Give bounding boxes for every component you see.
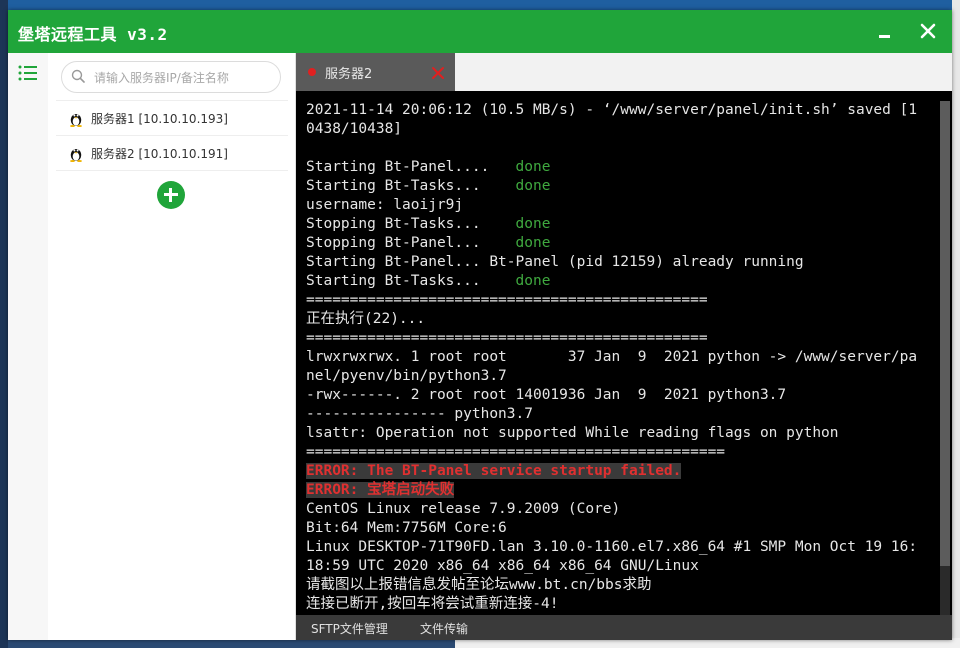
search-box[interactable] (61, 61, 281, 93)
close-icon (920, 23, 936, 39)
terminal-line: ========================================… (306, 443, 926, 462)
terminal-line-text: lsattr: Operation not supported While re… (306, 425, 839, 441)
terminal-line: 0438/10438] (306, 120, 926, 139)
server-label: 服务器1 [10.10.10.193] (91, 112, 228, 126)
terminal-line-text: Starting Bt-Panel... Bt-Panel (pid 12159… (306, 254, 804, 270)
app-window: 堡塔远程工具 v3.2 请输入服务器IP/备注名称 服务器1 [10.10.10… (8, 10, 952, 640)
terminal-line: 请截图以上报错信息发帖至论坛www.bt.cn/bbs求助 (306, 576, 926, 595)
terminal-line: 2021-11-14 20:06:12 (10.5 MB/s) - ‘/www/… (306, 101, 926, 120)
close-button[interactable] (913, 16, 943, 46)
terminal-line: Starting Bt-Panel... Bt-Panel (pid 12159… (306, 253, 926, 272)
terminal-line: ---------------- python3.7 (306, 405, 926, 424)
terminal-line: Linux DESKTOP-71T90FD.lan 3.10.0-1160.el… (306, 538, 926, 557)
minimize-button[interactable] (870, 16, 900, 46)
terminal-line: lsattr: Operation not supported While re… (306, 424, 926, 443)
minimize-icon (879, 35, 890, 38)
terminal-line-text: Starting Bt-Panel.... (306, 159, 516, 175)
terminal-line-text: CentOS Linux release 7.9.2009 (Core) (306, 501, 621, 517)
server-label: 服务器2 [10.10.10.191] (91, 147, 228, 161)
sftp-file-manager-tab[interactable]: SFTP文件管理 (311, 620, 388, 637)
terminal-line: username: laoijr9j (306, 196, 926, 215)
terminal-line: Starting Bt-Tasks... done (306, 272, 926, 291)
terminal-line: ERROR: 宝塔启动失败 (306, 481, 926, 500)
done-status-text: done (515, 273, 551, 289)
done-status-text: done (515, 235, 551, 251)
terminal-line: 正在执行(22)... (306, 310, 926, 329)
terminal-line-text: username: laoijr9j (306, 197, 464, 213)
terminal-line-text: ========================================… (306, 330, 708, 346)
terminal-line: Starting Bt-Tasks... done (306, 177, 926, 196)
error-text: ERROR: 宝塔启动失败 (306, 482, 455, 498)
terminal-line: Starting Bt-Panel.... done (306, 158, 926, 177)
terminal-output[interactable]: 2021-11-14 20:06:12 (10.5 MB/s) - ‘/www/… (296, 91, 952, 615)
file-transfer-tab[interactable]: 文件传输 (420, 620, 468, 637)
terminal-line-text: -rwx------. 2 root root 14001936 Jan 9 2… (306, 387, 787, 403)
terminal-line-text: nel/pyenv/bin/python3.7 (306, 368, 507, 384)
tab-label: 服务器2 (325, 67, 373, 82)
scrollbar-thumb[interactable] (940, 101, 950, 566)
server-list-panel: 服务器1 [10.10.10.193] 服务器2 [10.10.10.191] (48, 53, 296, 640)
terminal-line-text: lrwxrwxrwx. 1 root root 37 Jan 9 2021 py… (306, 349, 918, 365)
terminal-line-text: Bit:64 Mem:7756M Core:6 (306, 520, 507, 536)
terminal-line: Bit:64 Mem:7756M Core:6 (306, 519, 926, 538)
terminal-line-text: 请截图以上报错信息发帖至论坛www.bt.cn/bbs求助 (306, 577, 652, 593)
server-item-1[interactable]: 服务器1 [10.10.10.193] (56, 100, 288, 136)
terminal-line: -rwx------. 2 root root 14001936 Jan 9 2… (306, 386, 926, 405)
session-tab-bar: 服务器2 (296, 53, 952, 91)
terminal-line-text: 连接已断开,按回车将尝试重新连接-4! (306, 596, 559, 612)
background-window-edge (952, 0, 960, 648)
terminal-line: ========================================… (306, 329, 926, 348)
desktop-background (0, 0, 8, 648)
terminal-line-text: ---------------- python3.7 (306, 406, 533, 422)
terminal-line-text: 2021-11-14 20:06:12 (10.5 MB/s) - ‘/www/… (306, 102, 918, 118)
left-sidebar (8, 53, 49, 640)
window-title: 堡塔远程工具 v3.2 (18, 25, 168, 44)
terminal-line-text: Stopping Bt-Tasks... (306, 216, 516, 232)
list-menu-icon[interactable] (18, 65, 38, 81)
terminal-line: 连接已断开,按回车将尝试重新连接-4! (306, 595, 926, 614)
terminal-line-text: Starting Bt-Tasks... (306, 178, 516, 194)
server-item-2[interactable]: 服务器2 [10.10.10.191] (56, 136, 288, 171)
terminal-line-text: Stopping Bt-Panel... (306, 235, 516, 251)
linux-tux-icon (70, 114, 82, 127)
done-status-text: done (515, 159, 551, 175)
terminal-line: Stopping Bt-Panel... done (306, 234, 926, 253)
terminal-line: ERROR: The BT-Panel service startup fail… (306, 462, 926, 481)
terminal-line-text: 18:59 UTC 2020 x86_64 x86_64 x86_64 GNU/… (306, 558, 699, 574)
done-status-text: done (515, 216, 551, 232)
terminal-line-text: 正在执行(22)... (306, 311, 426, 327)
title-bar[interactable]: 堡塔远程工具 v3.2 (8, 10, 952, 53)
terminal-line-text: 0438/10438] (306, 121, 403, 137)
add-server-button[interactable] (157, 181, 185, 209)
terminal-line: 18:59 UTC 2020 x86_64 x86_64 x86_64 GNU/… (306, 557, 926, 576)
terminal-line: Stopping Bt-Tasks... done (306, 215, 926, 234)
bottom-toolbar: SFTP文件管理 文件传输 (296, 615, 952, 640)
terminal-text: 2021-11-14 20:06:12 (10.5 MB/s) - ‘/www/… (306, 101, 926, 614)
terminal-scrollbar[interactable] (940, 101, 950, 615)
linux-tux-icon (70, 149, 82, 162)
terminal-line-text: Starting Bt-Tasks... (306, 273, 516, 289)
terminal-line-text: Linux DESKTOP-71T90FD.lan 3.10.0-1160.el… (306, 539, 918, 555)
terminal-line-text: ========================================… (306, 444, 726, 460)
disconnected-status-dot (308, 68, 316, 76)
terminal-line: lrwxrwxrwx. 1 root root 37 Jan 9 2021 py… (306, 348, 926, 367)
tab-server2[interactable]: 服务器2 (296, 53, 455, 91)
error-text: ERROR: The BT-Panel service startup fail… (306, 463, 682, 479)
search-input[interactable] (92, 67, 276, 89)
terminal-line: ========================================… (306, 291, 926, 310)
terminal-line-text: ========================================… (306, 292, 708, 308)
terminal-line: CentOS Linux release 7.9.2009 (Core) (306, 500, 926, 519)
server-list: 服务器1 [10.10.10.193] 服务器2 [10.10.10.191] (56, 100, 288, 171)
search-icon (71, 69, 85, 83)
plus-icon-vertical (169, 188, 172, 202)
terminal-line: nel/pyenv/bin/python3.7 (306, 367, 926, 386)
tab-close-icon[interactable] (431, 66, 445, 80)
done-status-text: done (515, 178, 551, 194)
